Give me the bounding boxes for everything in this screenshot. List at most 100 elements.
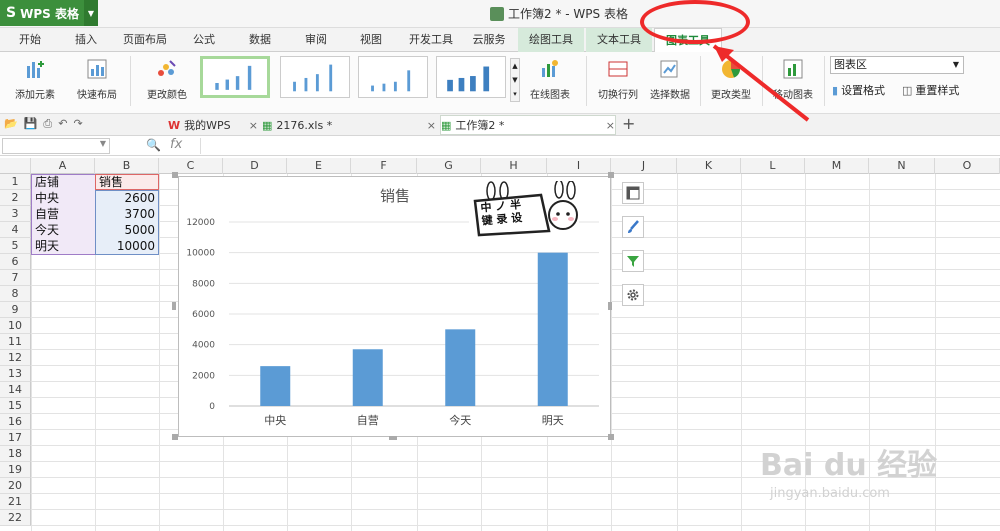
row-header[interactable]: 22 [0,510,31,526]
chart-elements-button[interactable] [622,182,644,204]
search-icon[interactable]: 🔍 [146,138,161,152]
fx-label[interactable]: fx [170,137,182,152]
tab-2176-xls[interactable]: ▦ 2176.xls * × [262,115,436,135]
set-format-button[interactable]: ▮ 设置格式 [832,82,885,98]
name-box[interactable]: ▼ [2,138,110,154]
tab-drawing-tools[interactable]: 绘图工具 [518,28,584,52]
row-header[interactable]: 13 [0,366,31,382]
col-header-i[interactable]: I [547,158,611,174]
resize-handle-tl[interactable] [172,172,178,178]
cell-a2[interactable]: 中央 [33,190,93,206]
chart-bar[interactable] [352,349,383,406]
col-header-h[interactable]: H [481,158,547,174]
chart-title[interactable]: 销售 [380,187,410,205]
tab-review[interactable]: 审阅 [300,28,332,52]
row-header[interactable]: 14 [0,382,31,398]
resize-handle-br[interactable] [608,434,614,440]
tab-insert[interactable]: 插入 [70,28,102,52]
app-menu-button[interactable]: S WPS 表格 ▼ [0,0,98,26]
row-header[interactable]: 21 [0,494,31,510]
save-icon[interactable]: 💾 [24,117,38,131]
tab-cloud[interactable]: 云服务 [466,28,512,52]
close-icon[interactable]: × [606,119,615,132]
change-color-button[interactable]: 更改颜色 [140,58,194,101]
tab-formula[interactable]: 公式 [188,28,220,52]
row-header[interactable]: 17 [0,430,31,446]
resize-handle-bl[interactable] [172,434,178,440]
row-header[interactable]: 8 [0,286,31,302]
add-element-button[interactable]: 添加元素 [8,58,62,101]
cell-b5[interactable]: 10000 [97,238,157,254]
col-header-g[interactable]: G [417,158,481,174]
chart-style-thumbnail-3[interactable] [358,56,428,98]
row-header[interactable]: 19 [0,462,31,478]
tab-view[interactable]: 视图 [355,28,387,52]
open-icon[interactable]: 📂 [4,117,18,131]
reset-style-button[interactable]: ◫ 重置样式 [902,82,959,98]
col-header-k[interactable]: K [677,158,741,174]
select-data-button[interactable]: 选择数据 [646,58,694,101]
undo-icon[interactable]: ↶ [58,117,67,131]
col-header-l[interactable]: L [741,158,805,174]
select-all-corner[interactable] [0,158,31,174]
chart-object[interactable]: 销售 0 2000 4000 6000 8000 10000 12000 中央 自营 今天 明天 中… [178,176,611,437]
chart-bar[interactable] [445,329,476,406]
row-header[interactable]: 6 [0,254,31,270]
cell-a1[interactable]: 店铺 [33,174,93,190]
chevron-down-icon[interactable]: ▼ [84,0,98,26]
switch-rowcol-button[interactable]: 切换行列 [594,58,642,101]
col-header-n[interactable]: N [869,158,935,174]
resize-handle-bottom[interactable] [389,436,397,440]
row-header[interactable]: 5 [0,238,31,254]
tab-workbook2[interactable]: ▦ 工作簿2 * × [440,115,616,135]
row-header[interactable]: 2 [0,190,31,206]
col-header-d[interactable]: D [223,158,287,174]
row-header[interactable]: 4 [0,222,31,238]
chart-settings-button[interactable] [622,284,644,306]
cell-b1[interactable]: 销售 [97,174,157,190]
chart-element-select[interactable]: 图表区 ▼ [830,56,964,74]
cell-a4[interactable]: 今天 [33,222,93,238]
cell-b3[interactable]: 3700 [97,206,157,222]
formula-input[interactable] [200,138,996,154]
row-header[interactable]: 12 [0,350,31,366]
chart-filter-button[interactable] [622,250,644,272]
resize-handle-right[interactable] [608,302,612,310]
row-header[interactable]: 16 [0,414,31,430]
row-header[interactable]: 3 [0,206,31,222]
chart-style-thumbnail-1[interactable] [200,56,270,98]
row-header[interactable]: 7 [0,270,31,286]
print-icon[interactable]: ⎙ [43,117,52,131]
tab-data[interactable]: 数据 [244,28,276,52]
style-gallery-scroll[interactable]: ▲ ▼ ▾ [510,58,520,102]
row-header[interactable]: 9 [0,302,31,318]
new-tab-icon[interactable]: + [622,114,635,133]
cell-b2[interactable]: 2600 [97,190,157,206]
chart-style-button[interactable] [622,216,644,238]
cell-a5[interactable]: 明天 [33,238,93,254]
chart-bar[interactable] [537,252,568,406]
col-header-a[interactable]: A [31,158,95,174]
resize-handle-tr[interactable] [608,172,614,178]
redo-icon[interactable]: ↷ [73,117,82,131]
row-header[interactable]: 1 [0,174,31,190]
col-header-m[interactable]: M [805,158,869,174]
close-icon[interactable]: × [249,119,258,132]
chart-style-thumbnail-2[interactable] [280,56,350,98]
chart-bar[interactable] [260,366,291,406]
resize-handle-left[interactable] [172,302,176,310]
cell-b4[interactable]: 5000 [97,222,157,238]
col-header-o[interactable]: O [935,158,1000,174]
row-header[interactable]: 11 [0,334,31,350]
tab-my-wps[interactable]: W 我的WPS × [168,115,258,135]
chart-style-thumbnail-4[interactable] [436,56,506,98]
online-chart-button[interactable]: 在线图表 [522,58,578,101]
col-header-b[interactable]: B [95,158,159,174]
tab-text-tools[interactable]: 文本工具 [586,28,652,52]
quick-layout-button[interactable]: 快速布局 [70,58,124,101]
row-header[interactable]: 18 [0,446,31,462]
close-icon[interactable]: × [427,119,436,132]
col-header-c[interactable]: C [159,158,223,174]
col-header-f[interactable]: F [351,158,417,174]
tab-developer[interactable]: 开发工具 [404,28,458,52]
